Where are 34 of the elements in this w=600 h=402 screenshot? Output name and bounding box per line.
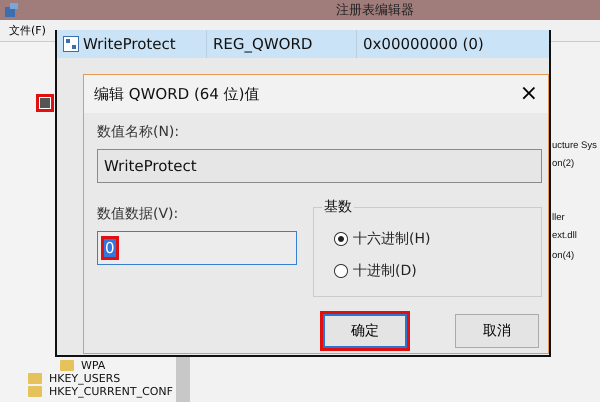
- radio-option[interactable]: 十六进制(H): [334, 230, 541, 248]
- binary-value-icon: [63, 36, 79, 52]
- field-label: 数值数据(V):: [97, 205, 180, 223]
- registry-icon: [4, 2, 20, 18]
- field-label: 数值名称(N):: [97, 123, 180, 141]
- cancel-button[interactable]: 取消: [455, 314, 539, 348]
- radio-button[interactable]: [334, 264, 348, 278]
- ok-button[interactable]: 确定: [323, 314, 407, 348]
- list-text: ucture Sys: [552, 140, 597, 151]
- tree-node-icon[interactable]: [39, 97, 51, 109]
- selected-value-text: 0: [104, 239, 116, 257]
- list-text: on(4): [552, 250, 574, 261]
- value-data: 0x00000000 (0): [363, 35, 484, 53]
- value-type: REG_QWORD: [213, 35, 312, 53]
- menu-item[interactable]: 文件(F): [6, 23, 49, 38]
- value-name: WriteProtect: [83, 35, 176, 53]
- value-data-field[interactable]: 0: [97, 231, 297, 265]
- window-title: 注册表编辑器: [336, 2, 414, 19]
- group-label: 基数: [322, 198, 354, 216]
- close-button[interactable]: ×: [518, 83, 540, 105]
- value-row[interactable]: WriteProtect REG_QWORD 0x00000000 (0): [57, 30, 549, 58]
- folder-icon: [28, 373, 42, 384]
- tree-item[interactable]: HKEY_CURRENT_CONF: [49, 385, 173, 398]
- list-text: on(2): [552, 158, 574, 169]
- folder-icon: [28, 386, 42, 397]
- tree-item[interactable]: HKEY_USERS: [49, 372, 120, 385]
- tree-item[interactable]: WPA: [81, 359, 106, 372]
- radio-option[interactable]: 十进制(D): [334, 262, 541, 280]
- dialog-title: 编辑 QWORD (64 位)值: [94, 84, 260, 104]
- list-text: ller: [552, 212, 565, 223]
- value-name-field[interactable]: WriteProtect: [97, 149, 542, 183]
- list-text: ext.dll: [552, 230, 577, 241]
- folder-icon: [60, 360, 74, 371]
- radio-button[interactable]: [334, 232, 348, 246]
